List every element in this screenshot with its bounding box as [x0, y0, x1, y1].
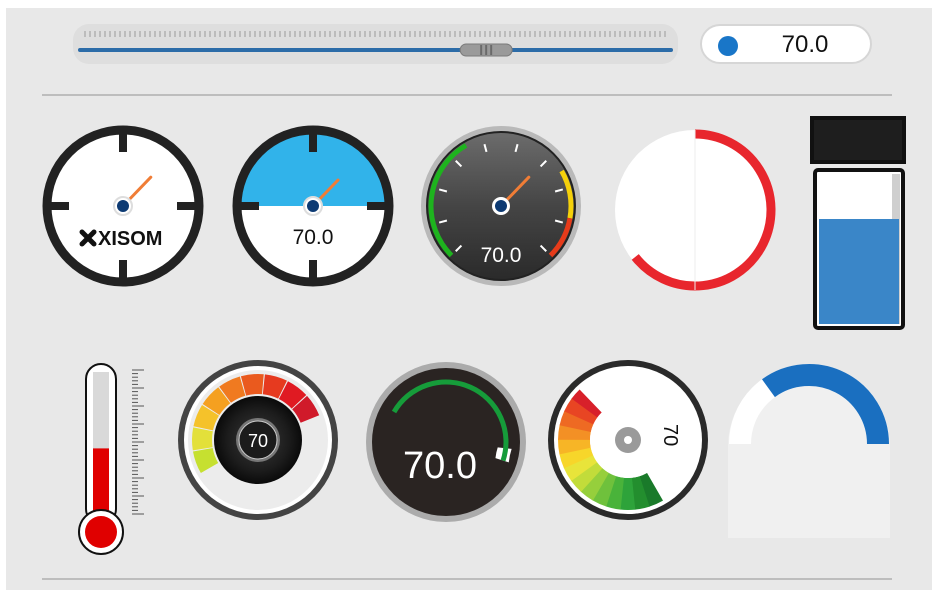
value-slider[interactable]: [73, 24, 678, 64]
crosshair-logo-gauge: XISOM: [42, 125, 204, 287]
status-dot-icon: [718, 36, 738, 56]
gauge-label: 70.0: [293, 226, 334, 249]
bottom-divider: [42, 578, 892, 580]
brand-logo-text: XISOM: [98, 228, 162, 250]
gauge-label: 70.0: [481, 244, 522, 267]
arch-gauge: [728, 364, 890, 538]
gauge-label: 70: [659, 424, 681, 446]
slider-thumb[interactable]: [459, 43, 513, 57]
segment-dial-gauge: 70: [178, 360, 338, 520]
readout-value: 70.0: [781, 31, 829, 58]
ring-arc-gauge: [615, 129, 776, 291]
dark-dial-gauge: 70.0: [421, 126, 581, 286]
top-divider: [42, 94, 892, 96]
value-readout: 70.0: [700, 24, 872, 64]
slider-track: [78, 48, 673, 52]
gauge-label: 70: [248, 431, 268, 451]
color-wheel-gauge: 70: [548, 360, 708, 520]
thermometer-gauge: [78, 363, 144, 555]
gauge-label: 70.0: [403, 445, 477, 487]
black-arc-gauge: 70.0: [366, 362, 526, 522]
crosshair-sky-gauge: 70.0: [232, 125, 394, 287]
battery-gauge: [810, 116, 906, 330]
